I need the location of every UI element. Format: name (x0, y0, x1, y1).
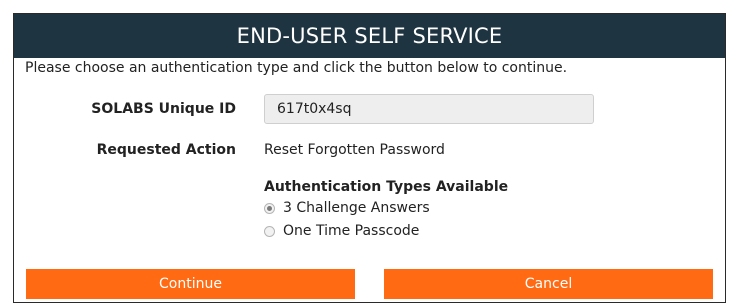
requested-action-label: Requested Action (96, 142, 236, 158)
cancel-button[interactable]: Cancel (384, 269, 713, 299)
auth-types-title: Authentication Types Available (264, 179, 509, 195)
unique-id-field[interactable] (264, 94, 594, 124)
auth-option-challenge-answers[interactable]: 3 Challenge Answers (264, 200, 430, 216)
requested-action-value: Reset Forgotten Password (264, 142, 445, 158)
auth-option-label: One Time Passcode (283, 223, 420, 239)
auth-option-one-time-passcode[interactable]: One Time Passcode (264, 223, 419, 239)
continue-button[interactable]: Continue (26, 269, 355, 299)
radio-button[interactable] (264, 225, 275, 237)
self-service-panel: END-USER SELF SERVICE Please choose an a… (13, 13, 726, 303)
radio-button-selected[interactable] (264, 202, 275, 214)
instructions-text: Please choose an authentication type and… (25, 60, 568, 76)
auth-option-label: 3 Challenge Answers (283, 200, 430, 216)
unique-id-label: SOLABS Unique ID (91, 101, 236, 117)
page-title: END-USER SELF SERVICE (14, 14, 725, 58)
